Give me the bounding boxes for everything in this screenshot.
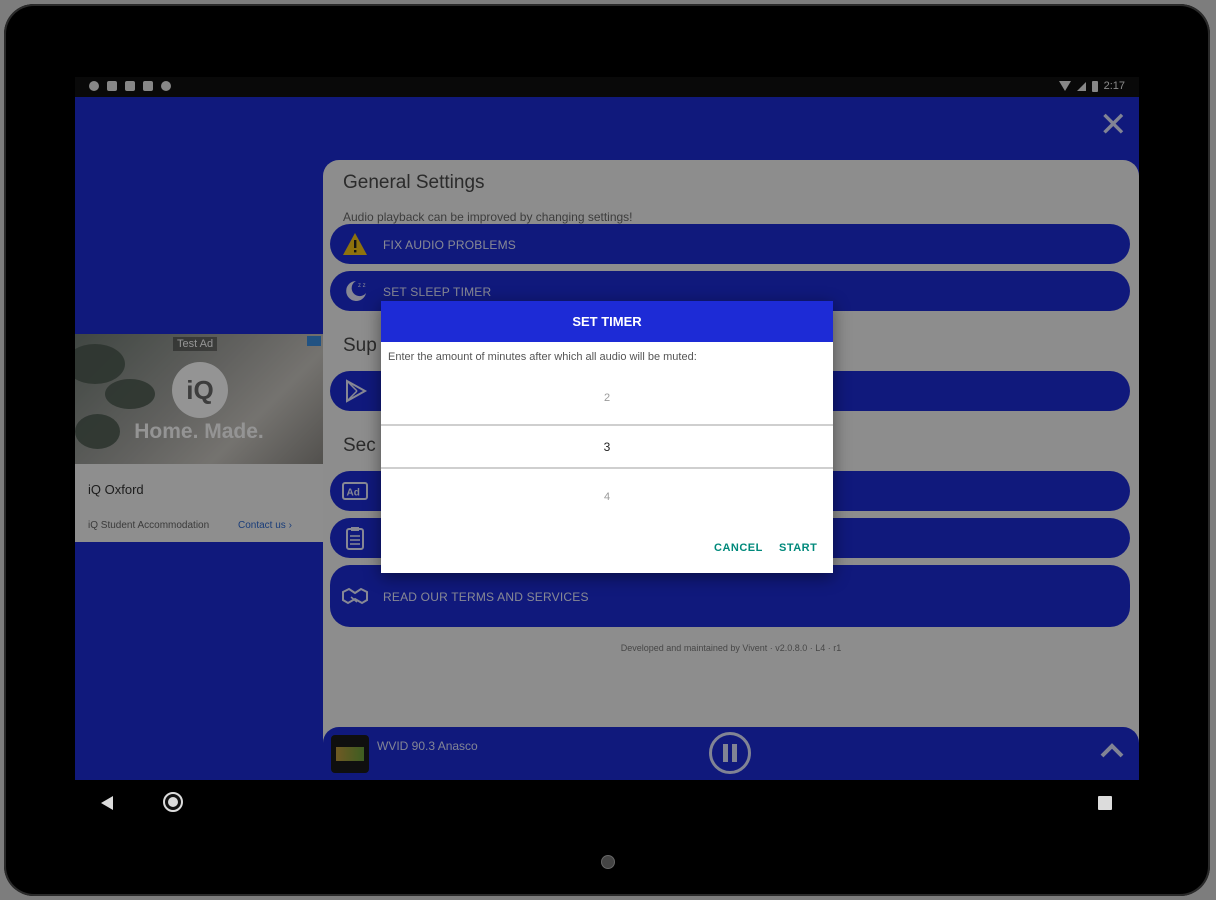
nav-recents-icon[interactable] <box>1098 796 1112 810</box>
nav-back-icon[interactable] <box>101 796 113 810</box>
cancel-button[interactable]: CANCEL <box>714 542 763 554</box>
set-timer-dialog: SET TIMER Enter the amount of minutes af… <box>381 301 833 573</box>
picker-prev-value[interactable]: 2 <box>381 392 833 404</box>
picker-divider <box>381 467 833 469</box>
nav-home-icon[interactable] <box>163 792 183 812</box>
app-screen: 2:17 ✕ Test Ad iQ Home. Made. iQ Oxford … <box>75 77 1139 780</box>
dialog-message: Enter the amount of minutes after which … <box>388 351 697 363</box>
picker-selected-value[interactable]: 3 <box>381 440 833 454</box>
tablet-home-sensor <box>601 855 615 869</box>
picker-next-value[interactable]: 4 <box>381 491 833 503</box>
start-button[interactable]: START <box>779 542 817 554</box>
dialog-title: SET TIMER <box>381 301 833 342</box>
picker-divider <box>381 424 833 426</box>
